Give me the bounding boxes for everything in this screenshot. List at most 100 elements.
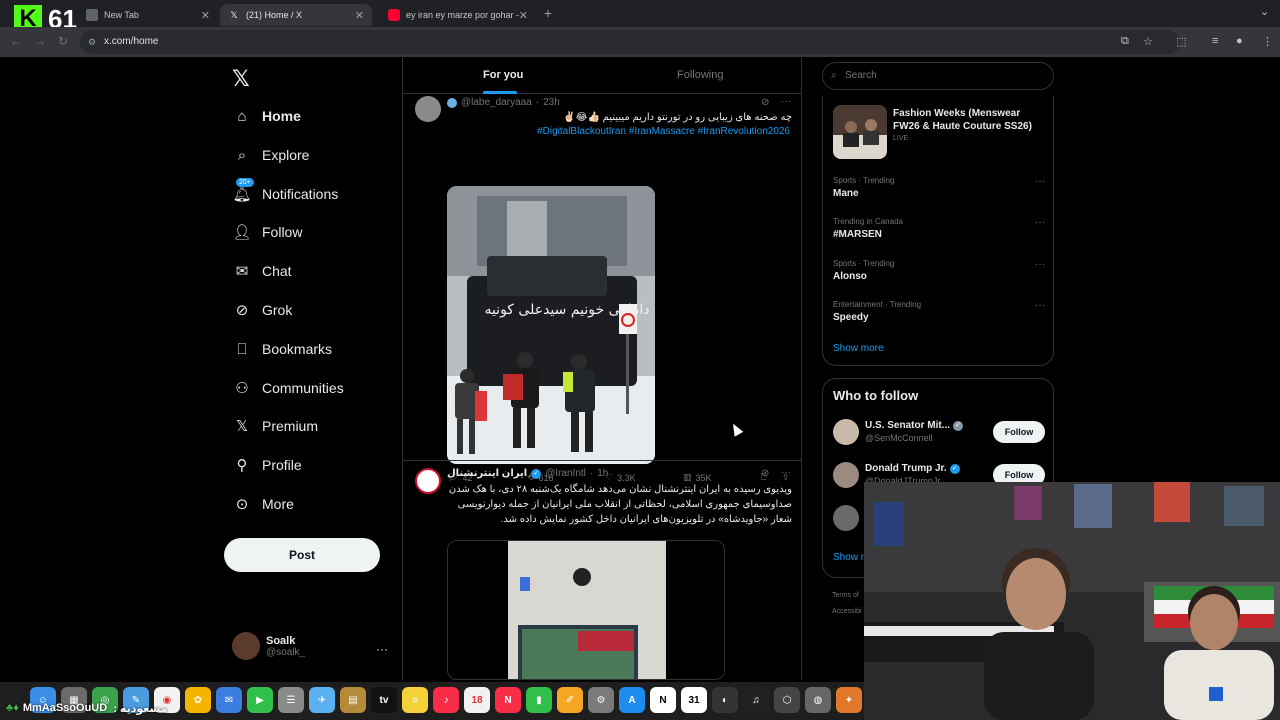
nav-explore[interactable]: ⌕ Explore [232, 141, 310, 169]
files-icon[interactable]: ▤ [340, 687, 366, 713]
nav-chat[interactable]: ✉ Chat [232, 257, 292, 285]
settings-icon[interactable]: ⚙ [588, 687, 614, 713]
nav-home[interactable]: ⌂ Home [232, 102, 300, 130]
account-switcher[interactable]: Soalk @soalk_ [232, 632, 305, 660]
profile-icon[interactable]: ● [1236, 35, 1243, 47]
nav-notifications[interactable]: 🔔︎ 20+ Notifications [232, 178, 338, 208]
reload-icon[interactable]: ↻ [58, 34, 68, 48]
trend-more-icon[interactable]: ··· [1035, 176, 1045, 187]
avatar [232, 632, 260, 660]
tweet-time[interactable]: 1h [597, 468, 608, 479]
webcam-video [864, 482, 1280, 720]
tweet-handle[interactable]: @IranIntl [545, 468, 586, 479]
activity-icon[interactable]: ◐ [712, 687, 738, 713]
tab-search-icon[interactable]: ⌄ [1260, 5, 1269, 18]
terms-link[interactable]: Terms of [832, 588, 862, 604]
tweet-video[interactable] [447, 540, 725, 680]
avatar[interactable] [833, 462, 859, 488]
nav-bookmarks[interactable]: ⎕ Bookmarks [232, 335, 332, 363]
nav-follow[interactable]: 👤︎ Follow [232, 218, 302, 246]
tab-youtube[interactable]: ey iran ey marze por gohar - ✕ [380, 4, 536, 26]
tab-following[interactable]: Following [677, 69, 723, 81]
tab-new-tab[interactable]: New Tab ✕ [78, 4, 218, 26]
follow-suggestion[interactable]: U.S. Senator Mit... ✓ @SenMcConnell Follo… [833, 419, 1045, 449]
numbers-icon[interactable]: ▮ [526, 687, 552, 713]
trend-item[interactable]: Sports · Trending Alonso ··· [833, 259, 1045, 282]
facetime-icon[interactable]: ▶ [247, 687, 273, 713]
tab-x-home[interactable]: 𝕏 (21) Home / X ✕ [220, 4, 372, 26]
install-icon[interactable]: ⧉ [1121, 35, 1129, 48]
tweet-handle[interactable]: @labe_daryaaa [461, 97, 532, 108]
tab-for-you[interactable]: For you [483, 69, 523, 81]
close-tab-icon[interactable]: ✕ [201, 9, 210, 22]
trend-title: #MARSEN [833, 229, 882, 240]
back-icon[interactable]: ← [10, 34, 22, 48]
account-more-icon[interactable]: ··· [376, 642, 388, 656]
suggestion-name: U.S. Senator Mit... ✓ [865, 420, 964, 431]
tweet-author-name[interactable]: ایران اینترنشنال [447, 468, 527, 479]
suggestion-name: Donald Trump Jr. ✓ [865, 463, 960, 474]
tweet[interactable]: ایران اینترنشنال ✓ @IranIntl · 1h ⊘ ··· … [403, 462, 802, 680]
trend-thumbnail[interactable] [833, 105, 887, 159]
nav-profile[interactable]: ⚲ Profile [232, 451, 302, 479]
nav-label: Profile [262, 457, 302, 473]
search-input[interactable]: ⌕ Search [822, 62, 1054, 90]
tweet-more-icon[interactable]: ··· [781, 96, 791, 107]
obs-icon[interactable]: ⬡ [774, 687, 800, 713]
fl-studio-icon[interactable]: ✦ [836, 687, 862, 713]
notion-icon[interactable]: N [650, 687, 676, 713]
x-logo-icon[interactable]: 𝕏 [232, 66, 250, 92]
tweet-time[interactable]: 23h [543, 97, 560, 108]
avatar[interactable] [415, 96, 441, 122]
nav-more[interactable]: ⊙ More [232, 490, 294, 518]
video-frame-tv [448, 541, 724, 679]
media-icon[interactable]: ≡ [1212, 35, 1218, 47]
trend-item[interactable]: Trending in Canada #MARSEN ··· [833, 217, 1045, 240]
calendar-icon[interactable]: 18 [464, 687, 490, 713]
new-tab-button[interactable]: + [540, 4, 556, 22]
menu-icon[interactable]: ⋮ [1262, 35, 1273, 48]
avatar[interactable] [833, 505, 859, 531]
disk-icon[interactable]: ◍ [805, 687, 831, 713]
tweet-image[interactable]: داماهی خونیم سیدعلی کونیه [447, 186, 655, 464]
close-tab-icon[interactable]: ✕ [355, 9, 364, 22]
grok-explain-icon[interactable]: ⊘ [761, 97, 769, 108]
tweet-hashtags[interactable]: #DigitalBlackoutIran #IranMassacre #Iran… [447, 126, 790, 137]
forward-icon[interactable]: → [34, 34, 46, 48]
pages-icon[interactable]: ✐ [557, 687, 583, 713]
close-tab-icon[interactable]: ✕ [519, 9, 528, 22]
nav-grok[interactable]: ⊘ Grok [232, 296, 293, 324]
trend-item[interactable]: Sports · Trending Mane ··· [833, 176, 1045, 199]
extensions-icon[interactable]: ⬚ [1176, 35, 1186, 48]
trend-more-icon[interactable]: ··· [1035, 300, 1045, 311]
tweet[interactable]: @labe_daryaaa · 23h ⊘ ··· چه صحنه های زی… [403, 94, 802, 483]
post-button[interactable]: Post [224, 538, 380, 572]
calendar-alt-icon[interactable]: 31 [681, 687, 707, 713]
follow-button[interactable]: Follow [993, 421, 1045, 443]
news-icon[interactable]: N [495, 687, 521, 713]
avatar[interactable] [833, 419, 859, 445]
music-icon[interactable]: ♪ [433, 687, 459, 713]
audio-icon[interactable]: ♫ [743, 687, 769, 713]
photos-icon[interactable]: ✿ [185, 687, 211, 713]
nav-communities[interactable]: ⚇ Communities [232, 374, 343, 402]
trend-more-icon[interactable]: ··· [1035, 217, 1045, 228]
avatar[interactable] [415, 468, 441, 494]
trend-more-icon[interactable]: ··· [1035, 259, 1045, 270]
app-store-icon[interactable]: A [619, 687, 645, 713]
nav-premium[interactable]: 𝕏 Premium [232, 412, 318, 440]
contacts-icon[interactable]: ☰ [278, 687, 304, 713]
apple-tv-icon[interactable]: tv [371, 687, 397, 713]
bookmark-star-icon[interactable]: ☆ [1143, 35, 1153, 48]
notes-icon[interactable]: ≡ [402, 687, 428, 713]
accessibility-link[interactable]: Accessibi [832, 604, 862, 620]
mail-icon[interactable]: ✉ [216, 687, 242, 713]
maps-icon[interactable]: ✈ [309, 687, 335, 713]
trend-item[interactable]: Entertainment · Trending Speedy ··· [833, 300, 1045, 323]
trends-show-more-link[interactable]: Show more [833, 343, 884, 354]
tweet-more-icon[interactable]: ··· [781, 467, 791, 478]
site-info-icon[interactable]: ⚙ [88, 30, 96, 54]
featured-trend-title[interactable]: Fashion Weeks (Menswear FW26 & Haute Cou… [893, 107, 1045, 133]
grok-explain-icon[interactable]: ⊘ [761, 468, 769, 479]
address-bar[interactable]: ⚙ x.com/home [80, 30, 1180, 54]
